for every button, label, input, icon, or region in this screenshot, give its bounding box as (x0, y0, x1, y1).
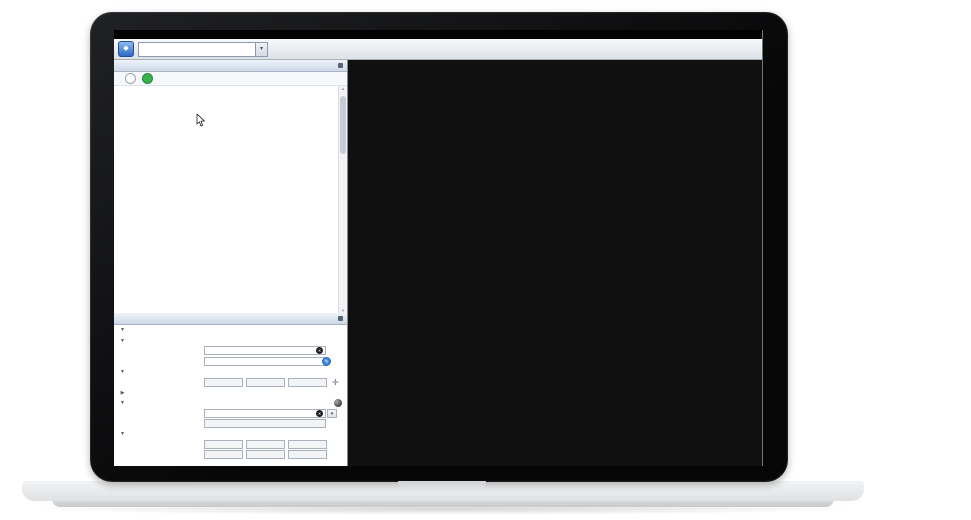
dashed-arrow-decor (835, 85, 971, 280)
tree-view: ▲ ▼ (114, 86, 347, 313)
clear-icon[interactable]: ✕ (316, 347, 323, 354)
section-arrow-icon: ▼ (119, 369, 126, 375)
viewport-3d[interactable] (348, 60, 762, 466)
expand-all-button[interactable] (142, 73, 153, 84)
section-arrow-icon: ▼ (119, 431, 126, 437)
pin-icon[interactable] (338, 316, 343, 321)
main-area: ▲ ▼ ▼ ▼ (114, 60, 762, 466)
move-crosshair-icon[interactable]: ✛ (332, 378, 339, 387)
clear-icon[interactable]: ✕ (316, 410, 323, 417)
app-menu-button[interactable]: ◆ (118, 41, 134, 57)
translation-y-input[interactable] (246, 440, 285, 449)
material-input[interactable]: ✕ (204, 409, 326, 418)
mode-selector-value[interactable] (138, 42, 256, 57)
section-standard-modelling[interactable]: ▼ (114, 325, 347, 335)
scroll-down-icon[interactable]: ▼ (339, 308, 347, 313)
tree-panel-title (114, 60, 347, 72)
bbox-z-input[interactable] (288, 378, 327, 387)
field-material: ✕ ▾ (114, 408, 347, 418)
field-name: ✕ (114, 346, 347, 356)
tree-scrollbar[interactable]: ▲ ▼ (338, 86, 347, 313)
tree-panel-header (114, 72, 347, 86)
chevron-down-icon[interactable]: ▾ (256, 42, 268, 57)
section-transformations[interactable]: ▼ (114, 429, 347, 439)
bbox-y-input[interactable] (246, 378, 285, 387)
field-translation (114, 439, 347, 449)
material-dropdown-icon[interactable]: ▾ (327, 409, 337, 418)
section-material[interactable]: ▼ (114, 398, 347, 408)
section-more[interactable]: ▶ (114, 387, 347, 397)
section-arrow-icon: ▼ (119, 338, 126, 344)
section-dimensions[interactable]: ▼ (114, 367, 347, 377)
menu-bar (114, 30, 762, 39)
translation-z-input[interactable] (288, 440, 327, 449)
edit-icon[interactable]: ✎ (322, 357, 331, 366)
properties-panel: ▼ ▼ ✕ (114, 325, 347, 466)
bbox-x-input[interactable] (204, 378, 243, 387)
field-rotation (114, 450, 347, 460)
left-panel: ▲ ▼ ▼ ▼ (114, 60, 348, 466)
density-input (204, 419, 326, 428)
material-sphere-icon[interactable] (334, 399, 342, 407)
section-arrow-icon: ▼ (119, 400, 126, 406)
field-bounding-box: ✛ (114, 377, 347, 387)
translation-x-input[interactable] (204, 440, 243, 449)
mouse-cursor (196, 114, 206, 127)
section-arrow-icon: ▶ (119, 390, 126, 396)
collapse-all-button[interactable] (125, 73, 136, 84)
scrollbar-thumb[interactable] (340, 96, 346, 154)
viewport-wireframe-decor (348, 60, 762, 466)
rotation-z-input[interactable] (288, 450, 327, 459)
rotation-y-input[interactable] (246, 450, 285, 459)
mode-selector[interactable]: ▾ (138, 43, 268, 56)
pin-icon[interactable] (338, 63, 343, 68)
main-toolbar: ◆ ▾ (114, 39, 762, 60)
page: { "window": { "menu_items": [ {"label":"… (0, 0, 971, 520)
laptop-base-notch (398, 481, 486, 490)
field-notes: ✎ (114, 356, 347, 366)
scroll-up-icon[interactable]: ▲ (339, 86, 347, 91)
section-description[interactable]: ▼ (114, 335, 347, 345)
field-density (114, 419, 347, 429)
section-arrow-icon: ▼ (119, 327, 126, 333)
notes-input[interactable] (204, 357, 326, 366)
properties-panel-title (114, 313, 347, 325)
app-window: ◆ ▾ ▲ ▼ (114, 30, 763, 466)
name-input[interactable]: ✕ (204, 346, 326, 355)
rotation-x-input[interactable] (204, 450, 243, 459)
